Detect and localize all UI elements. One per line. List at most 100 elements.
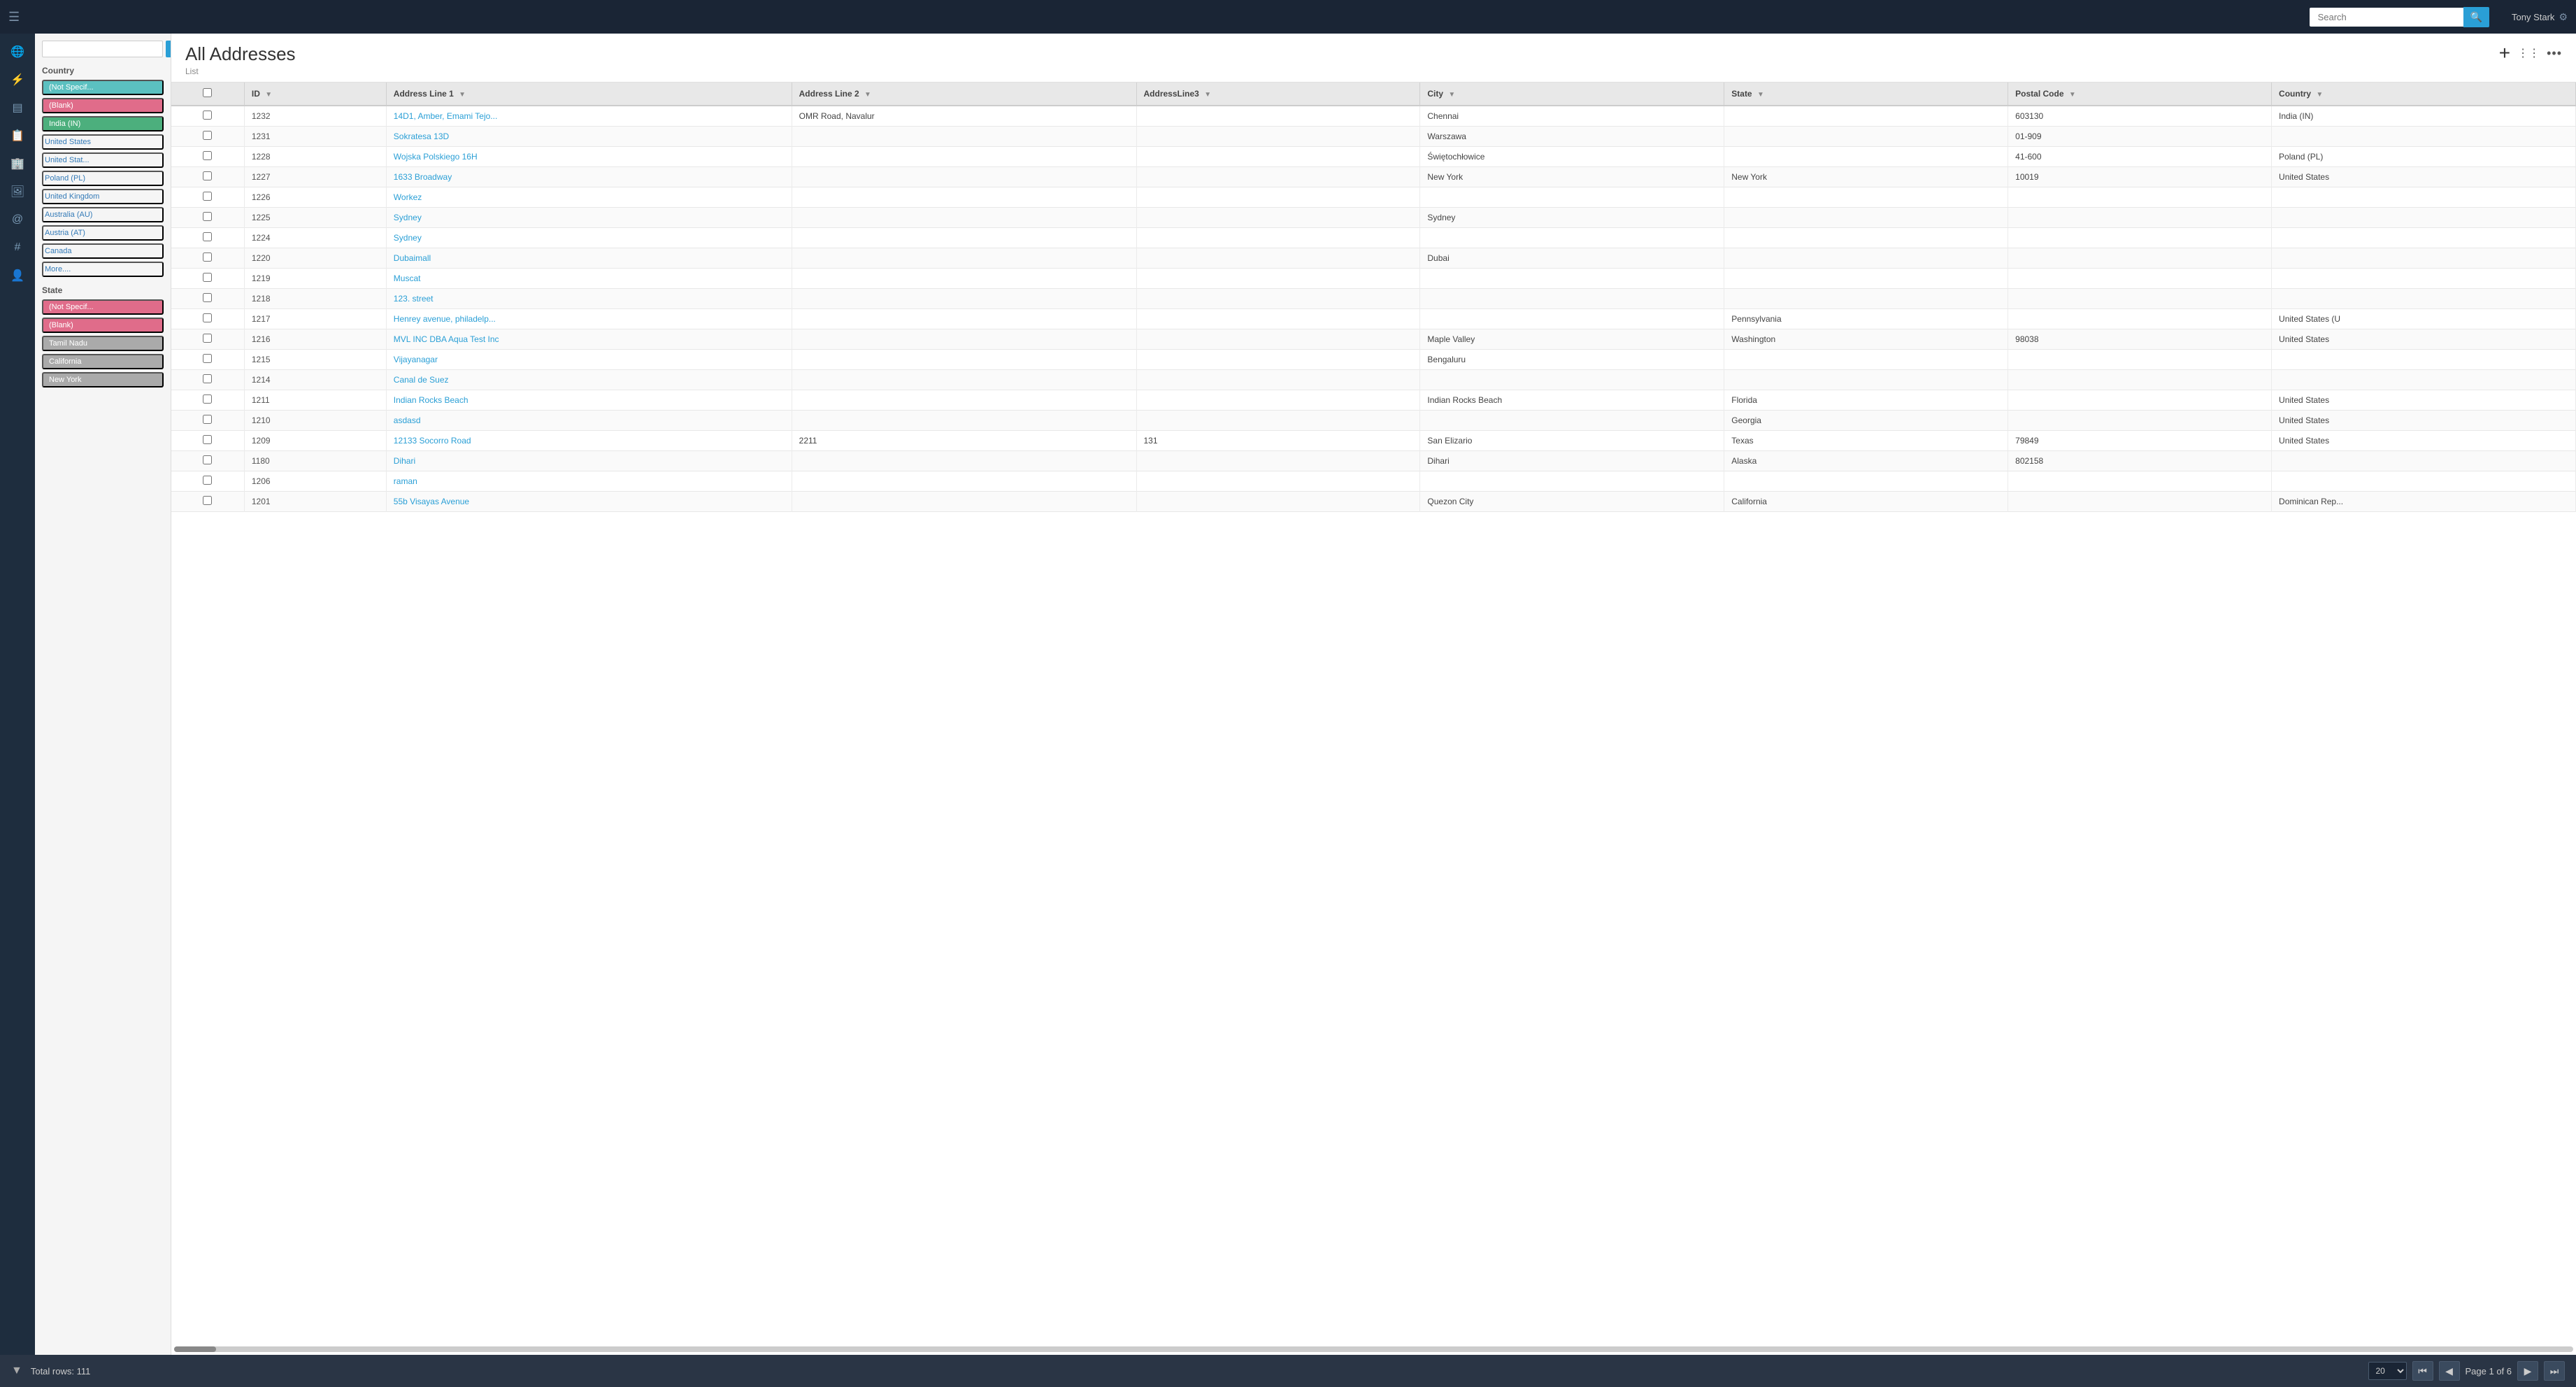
row-checkbox[interactable] — [203, 394, 212, 404]
row-checkbox[interactable] — [203, 232, 212, 241]
state-filter-not-specified[interactable]: (Not Specif... — [42, 299, 164, 315]
sidebar-item-layers[interactable]: ▤ — [3, 95, 31, 120]
last-page-button[interactable]: ⏭ — [2544, 1361, 2565, 1381]
col-checkbox[interactable] — [171, 83, 244, 106]
sidebar-item-building[interactable]: 🏢 — [3, 151, 31, 176]
addr1-link[interactable]: Muscat — [394, 273, 421, 283]
row-checkbox[interactable] — [203, 131, 212, 140]
row-addr1[interactable]: 14D1, Amber, Emami Tejo... — [386, 106, 792, 127]
addr1-link[interactable]: 55b Visayas Avenue — [394, 497, 469, 506]
row-addr1[interactable]: Canal de Suez — [386, 370, 792, 390]
addr1-link[interactable]: MVL INC DBA Aqua Test Inc — [394, 334, 499, 344]
row-addr1[interactable]: Muscat — [386, 269, 792, 289]
filter-search-button[interactable]: 🔍 — [166, 41, 171, 57]
per-page-select[interactable]: 20 50 100 — [2368, 1362, 2407, 1380]
row-addr1[interactable]: 55b Visayas Avenue — [386, 492, 792, 512]
row-checkbox[interactable] — [203, 435, 212, 444]
row-checkbox-cell[interactable] — [171, 390, 244, 411]
row-checkbox-cell[interactable] — [171, 208, 244, 228]
country-filter-blank[interactable]: (Blank) — [42, 98, 164, 113]
col-id[interactable]: ID ▼ — [244, 83, 386, 106]
row-checkbox[interactable] — [203, 111, 212, 120]
row-checkbox-cell[interactable] — [171, 147, 244, 167]
addr1-link[interactable]: asdasd — [394, 415, 421, 425]
country-filter-us-abbr[interactable]: United Stat... — [42, 152, 164, 168]
row-checkbox-cell[interactable] — [171, 167, 244, 187]
country-filter-canada[interactable]: Canada — [42, 243, 164, 259]
row-addr1[interactable]: Henrey avenue, philadelp... — [386, 309, 792, 329]
country-filter-us[interactable]: United States — [42, 134, 164, 150]
sidebar-item-hash[interactable]: # — [3, 235, 31, 260]
row-checkbox-cell[interactable] — [171, 350, 244, 370]
col-addr2[interactable]: Address Line 2 ▼ — [792, 83, 1136, 106]
col-addr3[interactable]: AddressLine3 ▼ — [1136, 83, 1420, 106]
next-page-button[interactable]: ▶ — [2517, 1361, 2538, 1381]
row-addr1[interactable]: 123. street — [386, 289, 792, 309]
row-checkbox-cell[interactable] — [171, 187, 244, 208]
country-filter-not-specified[interactable]: (Not Specif... — [42, 80, 164, 95]
country-filter-poland[interactable]: Poland (PL) — [42, 171, 164, 186]
row-addr1[interactable]: Dubaimall — [386, 248, 792, 269]
sidebar-item-photo[interactable]: 🖼 — [3, 179, 31, 204]
addr1-link[interactable]: Sydney — [394, 213, 422, 222]
row-addr1[interactable]: raman — [386, 471, 792, 492]
row-addr1[interactable]: Sydney — [386, 208, 792, 228]
addr1-link[interactable]: 123. street — [394, 294, 434, 304]
row-checkbox-cell[interactable] — [171, 289, 244, 309]
addr1-link[interactable]: Vijayanagar — [394, 355, 438, 364]
row-checkbox[interactable] — [203, 171, 212, 180]
row-checkbox-cell[interactable] — [171, 269, 244, 289]
row-checkbox-cell[interactable] — [171, 431, 244, 451]
row-checkbox-cell[interactable] — [171, 127, 244, 147]
row-addr1[interactable]: Workez — [386, 187, 792, 208]
row-checkbox[interactable] — [203, 252, 212, 262]
row-addr1[interactable]: Vijayanagar — [386, 350, 792, 370]
row-checkbox[interactable] — [203, 455, 212, 464]
col-postal[interactable]: Postal Code ▼ — [2008, 83, 2272, 106]
sidebar-item-chart[interactable]: ⚡ — [3, 67, 31, 92]
country-filter-india[interactable]: India (IN) — [42, 116, 164, 131]
col-state[interactable]: State ▼ — [1724, 83, 2008, 106]
row-checkbox-cell[interactable] — [171, 228, 244, 248]
footer-filter-button[interactable]: ▼ — [11, 1365, 22, 1377]
row-checkbox[interactable] — [203, 192, 212, 201]
country-filter-uk[interactable]: United Kingdom — [42, 189, 164, 204]
row-checkbox[interactable] — [203, 415, 212, 424]
addr1-link[interactable]: 1633 Broadway — [394, 172, 452, 182]
table-wrapper[interactable]: ID ▼ Address Line 1 ▼ Address Line 2 ▼ A… — [171, 83, 2576, 1346]
country-filter-more[interactable]: More.... — [42, 262, 164, 277]
row-checkbox[interactable] — [203, 293, 212, 302]
prev-page-button[interactable]: ◀ — [2439, 1361, 2460, 1381]
add-button[interactable]: + — [2499, 43, 2510, 63]
addr1-link[interactable]: Canal de Suez — [394, 375, 449, 385]
col-city[interactable]: City ▼ — [1420, 83, 1724, 106]
search-button[interactable]: 🔍 — [2463, 7, 2489, 27]
addr1-link[interactable]: Dubaimall — [394, 253, 431, 263]
row-checkbox[interactable] — [203, 313, 212, 322]
row-addr1[interactable]: Indian Rocks Beach — [386, 390, 792, 411]
row-checkbox-cell[interactable] — [171, 106, 244, 127]
first-page-button[interactable]: ⏮ — [2412, 1361, 2433, 1381]
country-filter-australia[interactable]: Australia (AU) — [42, 207, 164, 222]
state-filter-new-york[interactable]: New York — [42, 372, 164, 387]
addr1-link[interactable]: 12133 Socorro Road — [394, 436, 471, 446]
state-filter-california[interactable]: California — [42, 354, 164, 369]
row-checkbox-cell[interactable] — [171, 411, 244, 431]
state-filter-blank[interactable]: (Blank) — [42, 318, 164, 333]
row-checkbox-cell[interactable] — [171, 370, 244, 390]
settings-icon[interactable]: ⚙ — [2559, 11, 2568, 23]
filter-search-input[interactable] — [42, 41, 163, 57]
row-addr1[interactable]: Dihari — [386, 451, 792, 471]
addr1-link[interactable]: Henrey avenue, philadelp... — [394, 314, 496, 324]
row-checkbox-cell[interactable] — [171, 329, 244, 350]
state-filter-tamil-nadu[interactable]: Tamil Nadu — [42, 336, 164, 351]
addr1-link[interactable]: Wojska Polskiego 16H — [394, 152, 478, 162]
col-country[interactable]: Country ▼ — [2272, 83, 2576, 106]
horizontal-scrollbar[interactable] — [174, 1346, 2573, 1352]
row-checkbox[interactable] — [203, 476, 212, 485]
row-checkbox[interactable] — [203, 374, 212, 383]
search-input[interactable] — [2310, 8, 2463, 27]
row-addr1[interactable]: Wojska Polskiego 16H — [386, 147, 792, 167]
row-addr1[interactable]: asdasd — [386, 411, 792, 431]
row-checkbox-cell[interactable] — [171, 492, 244, 512]
